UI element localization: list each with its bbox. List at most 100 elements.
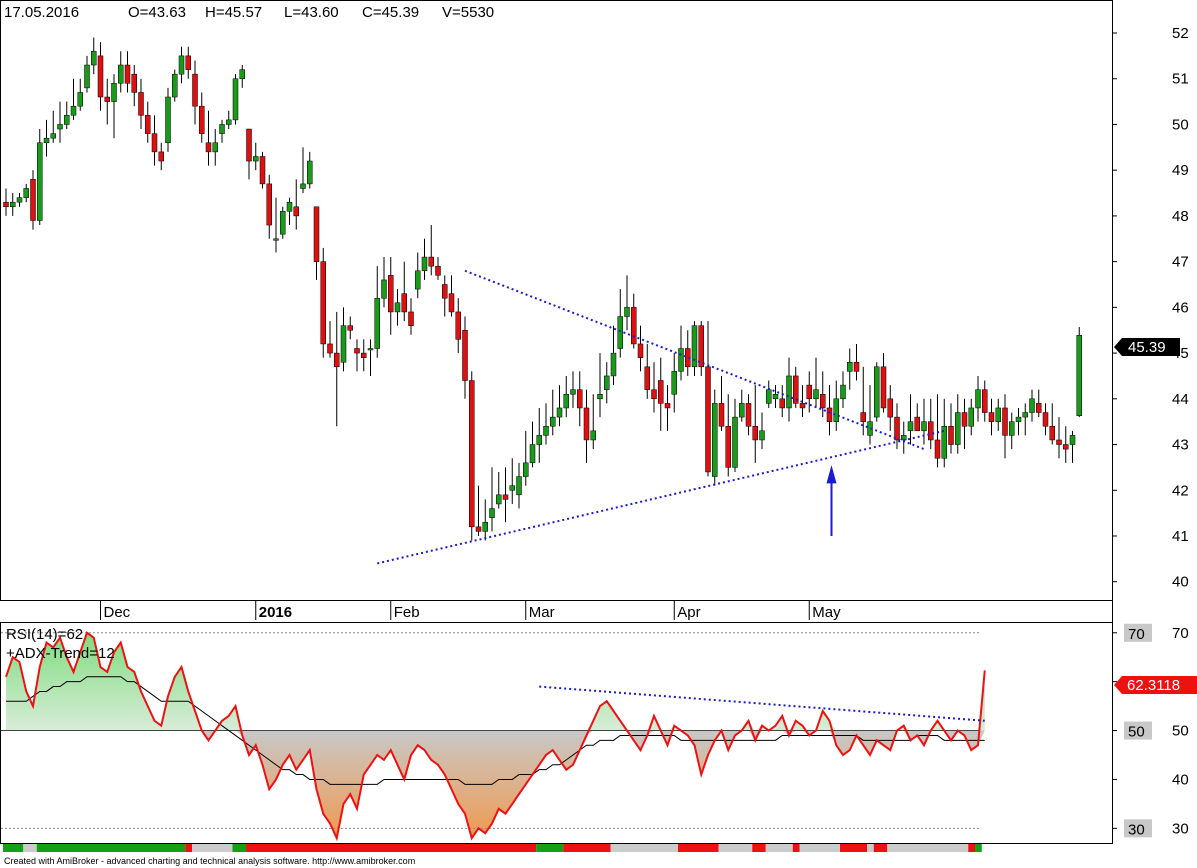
candle-body — [266, 183, 272, 226]
rsi-tick-label: 30 — [1172, 820, 1189, 837]
rsi-title: RSI(14)=62 — [6, 626, 83, 643]
candle-body — [178, 55, 185, 75]
chart-root: 17.05.2016 O=43.63 H=45.57 L=43.60 C=45.… — [0, 0, 1197, 868]
candle-body — [421, 256, 428, 272]
candle-body — [826, 407, 833, 422]
candle-body — [388, 275, 394, 313]
candle-body — [799, 403, 806, 409]
candle-body — [37, 142, 43, 221]
candle-body — [934, 439, 941, 459]
rsi-tick-label: 50 — [1172, 723, 1189, 740]
candle-body — [1022, 412, 1028, 418]
candle-body — [185, 55, 191, 70]
candle-body — [401, 293, 407, 313]
trend-strip-segment — [718, 844, 753, 852]
candle-body — [145, 115, 151, 134]
candle-body — [475, 526, 482, 532]
candle-body — [381, 279, 387, 299]
trend-strip-segment — [799, 844, 840, 852]
candle-body — [199, 105, 205, 134]
candle-body — [894, 416, 900, 441]
candle-body — [577, 389, 583, 409]
candle-body — [880, 366, 887, 409]
candle-body — [536, 435, 542, 445]
candle-body — [428, 256, 434, 267]
candle-body — [124, 64, 131, 84]
candle-body — [1042, 412, 1049, 427]
candle-body — [563, 393, 569, 409]
candle-body — [1009, 421, 1015, 436]
trend-strip-segment — [185, 844, 192, 852]
candle-body — [1002, 407, 1008, 436]
month-label: 2016 — [259, 604, 292, 621]
candle-body — [840, 384, 846, 400]
candle-body — [543, 425, 549, 436]
candle-body — [205, 142, 212, 153]
candle-body — [313, 206, 320, 262]
candle-body — [448, 293, 455, 313]
price-tick-label: 47 — [1172, 254, 1189, 271]
candle-body — [813, 389, 819, 400]
trend-strip — [3, 844, 982, 852]
candle-body — [570, 389, 576, 395]
candle-body — [995, 407, 1001, 422]
candle-body — [138, 92, 144, 116]
candle-body — [489, 508, 495, 518]
rsi-axis-ticks: 3040506070305070 — [1112, 623, 1189, 838]
price-tick-label: 46 — [1172, 299, 1189, 316]
candle-body — [590, 430, 596, 441]
candle-body — [624, 307, 630, 317]
candle-body — [664, 403, 671, 409]
trend-strip-segment — [968, 844, 975, 852]
candle-body — [482, 522, 488, 532]
candle-body — [604, 375, 610, 390]
candle-body — [442, 284, 448, 299]
candle-body — [307, 160, 313, 185]
candle-body — [84, 64, 90, 89]
candle-body — [529, 444, 536, 464]
candle-body — [57, 124, 63, 130]
candle-body — [928, 421, 934, 441]
candle-body — [678, 348, 684, 372]
candle-body — [496, 494, 502, 505]
candle-body — [887, 398, 893, 418]
candle-body — [43, 137, 50, 143]
candle-body — [847, 361, 853, 372]
candle-body — [1069, 435, 1076, 445]
footer-text: Created with AmiBroker - advanced charti… — [4, 856, 415, 866]
candle-body — [982, 389, 988, 413]
candle-body — [914, 416, 920, 432]
candle-body — [77, 92, 83, 107]
rsi-last-label-text: 62.3118 — [1127, 677, 1180, 694]
candle-body — [732, 416, 738, 468]
candle-body — [361, 352, 367, 358]
trend-strip-segment — [840, 844, 867, 852]
candle-body — [253, 156, 259, 162]
candle-body — [239, 69, 245, 79]
rsi-tick-label: 70 — [1172, 625, 1189, 642]
candle-body — [280, 211, 286, 235]
candle-body — [644, 366, 650, 390]
month-label: Mar — [529, 604, 555, 621]
header-date: 17.05.2016 — [4, 4, 79, 21]
candle-body — [718, 403, 725, 427]
candle-body — [293, 206, 299, 217]
candle-body — [104, 96, 110, 102]
candle-body — [955, 412, 961, 445]
candle-body — [651, 389, 657, 400]
trend-strip-segment — [36, 844, 186, 852]
candle-body — [610, 352, 617, 377]
candle-body — [70, 105, 77, 116]
candle-body — [10, 201, 16, 208]
price-axis-ticks: 40414243444546474849505152 — [1112, 25, 1189, 591]
candle-body — [874, 366, 880, 418]
candle-body — [820, 393, 826, 409]
trend-strip-segment — [563, 844, 611, 852]
candle-body — [833, 398, 839, 422]
candle-body — [30, 179, 36, 221]
candle-body — [16, 197, 23, 203]
candle-body — [394, 302, 401, 313]
candle-body — [374, 297, 380, 349]
month-label: May — [812, 604, 841, 621]
rsi-tick-label: 40 — [1172, 771, 1189, 788]
